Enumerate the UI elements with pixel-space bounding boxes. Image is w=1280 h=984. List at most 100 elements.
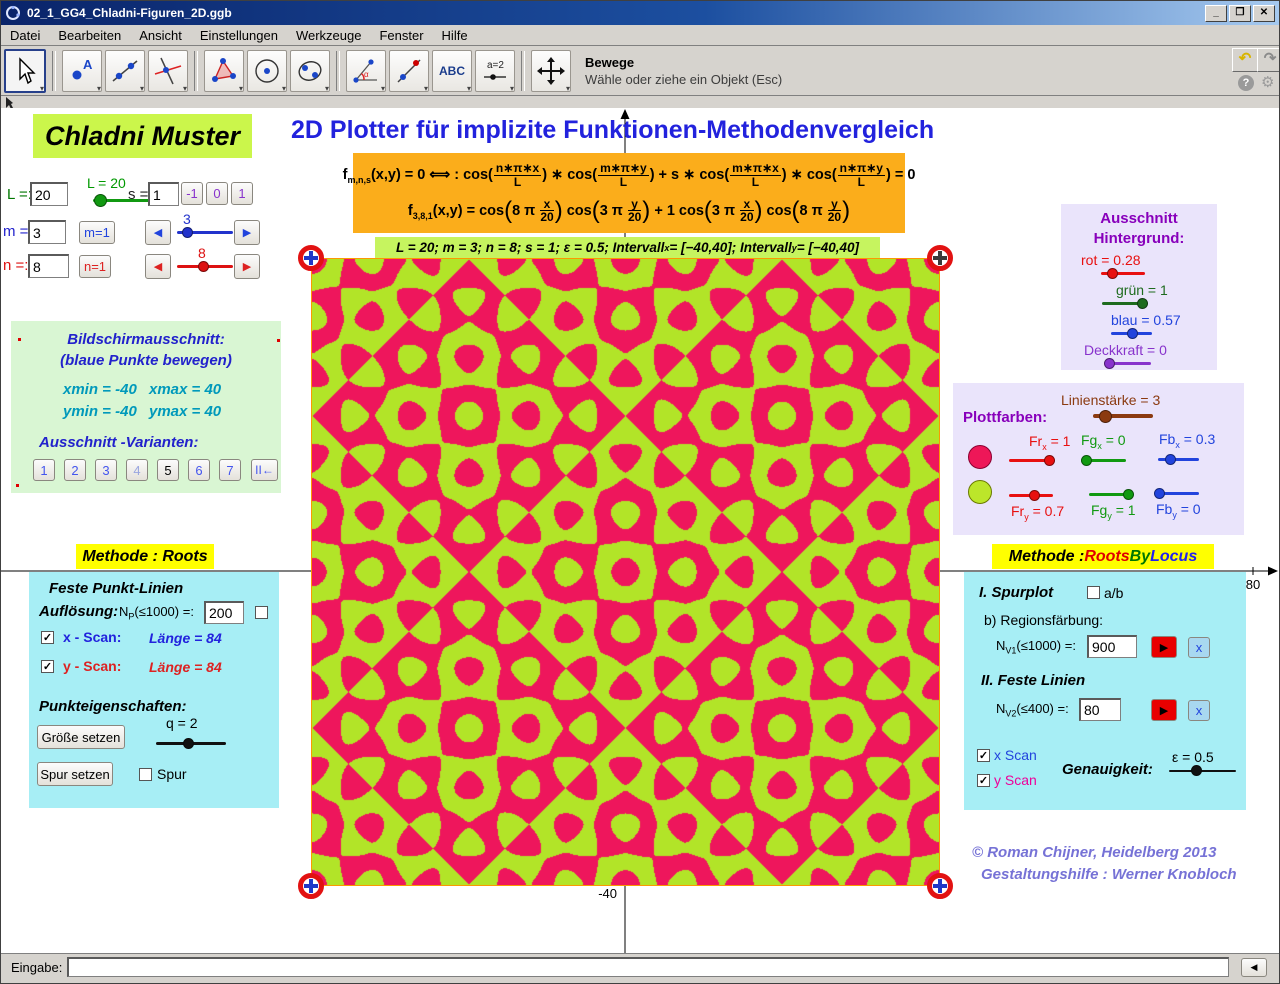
- tool-slider-button[interactable]: a=2 ▾: [475, 50, 515, 92]
- n-increase-button[interactable]: ▶: [234, 254, 260, 279]
- q-slider-knob[interactable]: [183, 738, 194, 749]
- chladni-plot-region[interactable]: [311, 258, 940, 886]
- variant-3-button[interactable]: 3: [95, 459, 117, 481]
- epsilon-slider-track[interactable]: [1169, 770, 1236, 772]
- tool-polygon-button[interactable]: ▾: [204, 50, 244, 92]
- set-trace-button[interactable]: Spur setzen: [37, 762, 113, 786]
- m-increase-button[interactable]: ▶: [234, 220, 260, 245]
- xscan-checkbox[interactable]: ✓: [41, 631, 54, 644]
- dropdown-icon[interactable]: ▾: [140, 84, 144, 93]
- dropdown-icon[interactable]: ▾: [566, 84, 570, 93]
- dropdown-icon[interactable]: ▾: [97, 84, 101, 93]
- locus-xscan-checkbox[interactable]: ✓: [977, 749, 990, 762]
- dropdown-icon[interactable]: ▾: [510, 84, 514, 93]
- plot-corner-handle-bottomleft[interactable]: [298, 873, 324, 899]
- dropdown-icon[interactable]: ▾: [424, 84, 428, 93]
- s-plus1-button[interactable]: 1: [231, 182, 253, 205]
- variant-6-button[interactable]: 6: [188, 459, 210, 481]
- yscan-checkbox[interactable]: ✓: [41, 660, 54, 673]
- menu-einstellungen[interactable]: Einstellungen: [191, 26, 287, 45]
- algebra-input[interactable]: [67, 957, 1229, 977]
- tool-text-button[interactable]: ABC ▾: [432, 50, 472, 92]
- red-slider-knob[interactable]: [1107, 268, 1118, 279]
- tool-move-graphics-button[interactable]: ▾: [531, 50, 571, 92]
- L-input[interactable]: [30, 182, 68, 206]
- fbx-slider-knob[interactable]: [1165, 454, 1176, 465]
- fgx-slider-knob[interactable]: [1081, 455, 1092, 466]
- dropdown-icon[interactable]: ▾: [325, 84, 329, 93]
- s-zero-button[interactable]: 0: [206, 182, 228, 205]
- tool-line-button[interactable]: ▾: [105, 50, 145, 92]
- nv1-clear-button[interactable]: x: [1188, 637, 1210, 658]
- L-slider-knob[interactable]: [94, 194, 107, 207]
- m-input[interactable]: [28, 220, 66, 244]
- trace-checkbox[interactable]: ✓: [139, 768, 152, 781]
- s-input[interactable]: [148, 182, 179, 206]
- m-set-button[interactable]: m=1: [79, 221, 115, 244]
- opacity-slider-knob[interactable]: [1104, 358, 1115, 369]
- linewidth-slider-knob[interactable]: [1099, 410, 1112, 423]
- nv2-run-button[interactable]: ▶: [1151, 699, 1177, 721]
- restore-button[interactable]: ❐: [1229, 5, 1251, 22]
- anchor-point[interactable]: [277, 339, 280, 342]
- nv2-clear-button[interactable]: x: [1188, 700, 1210, 721]
- variant-5-button[interactable]: 5: [157, 459, 179, 481]
- fry-slider-knob[interactable]: [1029, 490, 1040, 501]
- tool-transform-button[interactable]: ▾: [389, 50, 429, 92]
- minimize-button[interactable]: _: [1205, 5, 1227, 22]
- variant-4-button[interactable]: 4: [126, 459, 148, 481]
- title-bar[interactable]: 02_1_GG4_Chladni-Figuren_2D.ggb _ ❐ ✕: [1, 1, 1280, 25]
- frx-slider-knob[interactable]: [1044, 455, 1055, 466]
- tool-angle-button[interactable]: α ▾: [346, 50, 386, 92]
- menu-datei[interactable]: Datei: [1, 26, 49, 45]
- dropdown-icon[interactable]: ▾: [467, 84, 471, 93]
- menu-ansicht[interactable]: Ansicht: [130, 26, 191, 45]
- fby-slider-knob[interactable]: [1154, 488, 1165, 499]
- close-button[interactable]: ✕: [1253, 5, 1275, 22]
- nv1-input[interactable]: [1087, 635, 1137, 658]
- menu-werkzeuge[interactable]: Werkzeuge: [287, 26, 371, 45]
- dropdown-icon[interactable]: ▾: [183, 84, 187, 93]
- menu-fenster[interactable]: Fenster: [370, 26, 432, 45]
- chladni-pattern-canvas[interactable]: [312, 259, 939, 885]
- tool-circle-button[interactable]: ▾: [247, 50, 287, 92]
- m-slider-knob[interactable]: [182, 227, 193, 238]
- fgy-slider-knob[interactable]: [1123, 489, 1134, 500]
- x-color-swatch[interactable]: [968, 445, 992, 469]
- dropdown-icon[interactable]: ▾: [381, 84, 385, 93]
- dropdown-icon[interactable]: ▾: [239, 84, 243, 93]
- tool-special-line-button[interactable]: ▾: [148, 50, 188, 92]
- variant-reset-button[interactable]: II←: [251, 459, 278, 481]
- dropdown-icon[interactable]: ▾: [40, 84, 44, 93]
- menu-hilfe[interactable]: Hilfe: [433, 26, 477, 45]
- m-decrease-button[interactable]: ◀: [145, 220, 171, 245]
- green-slider-knob[interactable]: [1137, 298, 1148, 309]
- epsilon-slider-knob[interactable]: [1191, 765, 1202, 776]
- variant-2-button[interactable]: 2: [64, 459, 86, 481]
- dropdown-icon[interactable]: ▾: [282, 84, 286, 93]
- menu-bearbeiten[interactable]: Bearbeiten: [49, 26, 130, 45]
- y-color-swatch[interactable]: [968, 480, 992, 504]
- help-button[interactable]: ?: [1238, 75, 1254, 91]
- np-input[interactable]: [204, 601, 244, 624]
- tool-move-button[interactable]: ▾: [4, 49, 46, 93]
- np-checkbox[interactable]: ✓: [255, 606, 268, 619]
- n-slider-knob[interactable]: [198, 261, 209, 272]
- variant-7-button[interactable]: 7: [219, 459, 241, 481]
- s-minus1-button[interactable]: -1: [181, 182, 203, 205]
- graphics-view[interactable]: 40 -40 80 Chladni Muster L =: L = 20 s =…: [1, 108, 1280, 953]
- ab-checkbox[interactable]: ✓: [1087, 586, 1100, 599]
- nv2-input[interactable]: [1079, 698, 1121, 721]
- undo-button[interactable]: ↶: [1232, 48, 1258, 72]
- anchor-point[interactable]: [16, 484, 19, 487]
- tool-point-button[interactable]: A ▾: [62, 50, 102, 92]
- set-size-button[interactable]: Größe setzen: [37, 725, 125, 749]
- anchor-point[interactable]: [18, 338, 21, 341]
- tool-conic-button[interactable]: ▾: [290, 50, 330, 92]
- n-decrease-button[interactable]: ◀: [145, 254, 171, 279]
- n-input[interactable]: [28, 254, 69, 278]
- nv1-run-button[interactable]: ▶: [1151, 636, 1177, 658]
- n-set-button[interactable]: n=1: [79, 255, 111, 278]
- redo-button[interactable]: ↷: [1257, 48, 1280, 72]
- locus-yscan-checkbox[interactable]: ✓: [977, 774, 990, 787]
